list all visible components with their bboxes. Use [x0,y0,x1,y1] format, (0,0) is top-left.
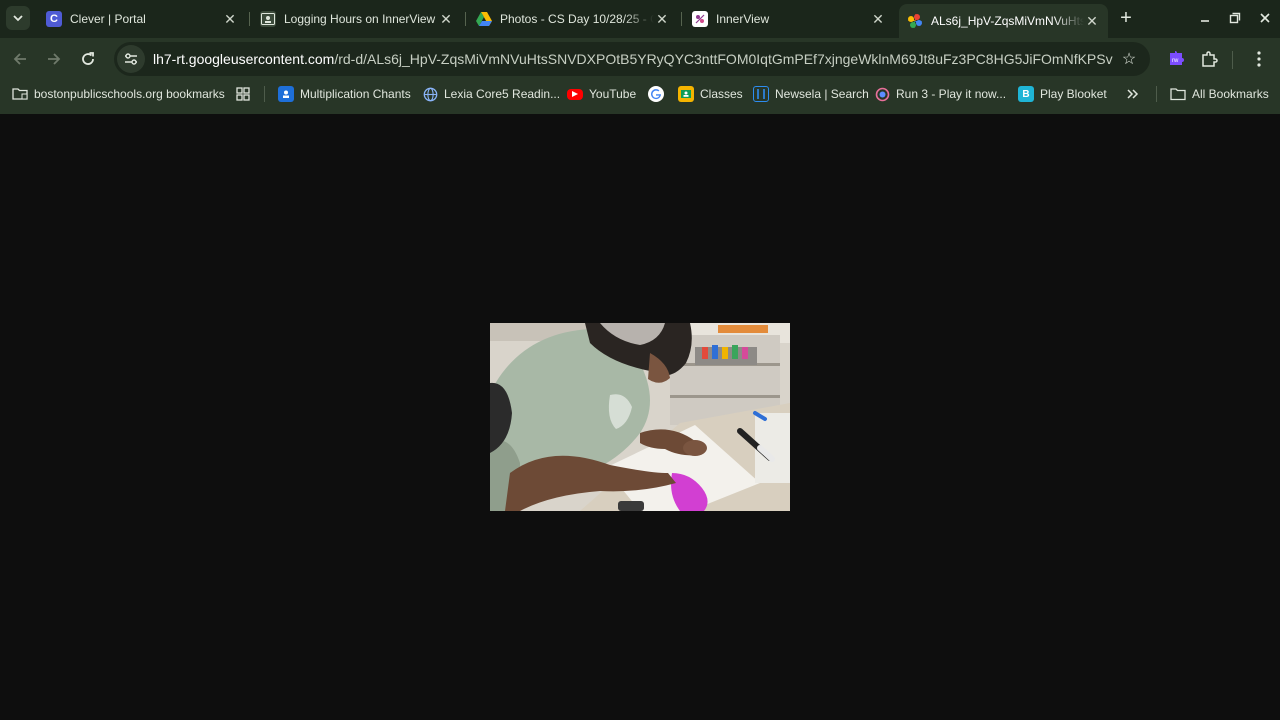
classroom-icon [278,86,294,102]
url-text[interactable]: lh7-rt.googleusercontent.com/rd-d/ALs6j_… [153,51,1113,67]
bookmark-label: Multiplication Chants [300,87,411,101]
site-info-button[interactable] [117,45,145,73]
bookmark-label: YouTube [589,87,637,101]
address-bar[interactable]: lh7-rt.googleusercontent.com/rd-d/ALs6j_… [114,42,1150,76]
tab-search-button[interactable] [6,6,30,30]
bookmark-multiplication-chants[interactable]: Multiplication Chants [278,84,411,104]
tune-icon [125,53,137,65]
tab-separator [249,12,250,26]
clever-c-icon: C [46,11,62,27]
folder-icon [1170,86,1186,102]
minimize-icon [1201,20,1209,22]
bookmarks-bar: bostonpublicschools.org bookmarks Multip… [0,80,1280,108]
classroom-icon [260,11,276,27]
newsela-icon [753,86,769,102]
tab-separator [681,12,682,26]
apps-grid-icon [235,86,251,102]
arrow-right-icon [48,53,61,65]
tab-title: Photos - CS Day 10/28/25 - G [500,12,654,26]
run3-icon [874,86,890,102]
close-icon[interactable]: ✕ [438,11,454,27]
bookmark-newsela[interactable]: Newsela | Search [753,84,869,104]
tab-strip: C Clever | Portal ✕ Logging Hours on Inn… [0,0,1280,38]
bookmark-label: All Bookmarks [1192,87,1269,101]
tab-separator [465,12,466,26]
bookmark-separator [264,86,265,102]
close-icon[interactable]: ✕ [654,11,670,27]
extension-purple-icon[interactable]: rw [1165,48,1187,70]
bookmark-run3[interactable]: Run 3 - Play it now... [874,84,1006,104]
toolbar-separator [1232,51,1233,69]
tab-title: InnerView [716,12,770,26]
tab-title: Clever | Portal [70,12,146,26]
toolbar: lh7-rt.googleusercontent.com/rd-d/ALs6j_… [0,38,1280,80]
blooket-icon: B [1018,86,1034,102]
tab-innerview[interactable]: InnerView ✕ [684,4,894,34]
tab-title: Logging Hours on InnerView [284,12,436,26]
google-g-icon [648,86,664,102]
bookmark-label: Newsela | Search [775,87,869,101]
page-content [0,114,1280,720]
innerview-icon [692,11,708,27]
bookmark-google[interactable] [648,84,670,104]
chevron-down-icon [13,15,23,22]
svg-text:rw: rw [1172,58,1179,64]
arrow-left-icon [13,53,26,65]
managed-folder-icon [12,86,28,102]
close-icon[interactable]: ✕ [1084,13,1100,29]
close-icon[interactable]: ✕ [222,11,238,27]
bookmark-label: Run 3 - Play it now... [896,87,1007,101]
reload-icon [82,52,94,65]
displayed-photo[interactable] [490,323,790,511]
bookmark-label: bostonpublicschools.org bookmarks [34,87,225,101]
bookmark-label: Lexia Core5 Readin... [444,87,561,101]
bookmark-star-icon[interactable]: ☆ [1120,50,1138,68]
menu-kebab-icon[interactable] [1248,48,1270,70]
extensions-puzzle-icon[interactable] [1198,48,1220,70]
reload-button[interactable] [77,48,99,70]
close-icon[interactable]: ✕ [870,11,886,27]
restore-icon [1229,12,1241,24]
google-classroom-icon [678,86,694,102]
tab-title: ALs6j_HpV-ZqsMiVmNVuHts [931,14,1084,28]
bookmark-youtube[interactable]: YouTube [567,84,636,104]
bookmark-classes[interactable]: Classes [678,84,743,104]
google-photos-icon [907,13,923,29]
bookmark-label: Play Blooket [1040,87,1107,101]
chevron-double-right-icon [1127,89,1139,99]
google-drive-icon [476,11,492,27]
globe-icon [422,86,438,102]
new-tab-button[interactable]: + [1116,8,1136,28]
bookmark-all-bookmarks[interactable]: All Bookmarks [1170,84,1269,104]
youtube-icon [567,88,583,100]
bookmark-label: Classes [700,87,743,101]
minimize-button[interactable] [1195,8,1215,28]
restore-button[interactable] [1225,8,1245,28]
bookmark-blooket[interactable]: B Play Blooket [1018,84,1107,104]
tab-active-image[interactable]: ALs6j_HpV-ZqsMiVmNVuHts ✕ [899,4,1108,38]
tab-clever-portal[interactable]: C Clever | Portal ✕ [38,4,246,34]
url-host: lh7-rt.googleusercontent.com [153,51,335,67]
student-drawing-photo [490,323,790,511]
bookmarks-overflow-button[interactable] [1126,84,1140,104]
close-icon [1260,13,1270,23]
back-button[interactable] [9,48,31,70]
forward-button[interactable] [43,48,65,70]
bookmark-separator [1156,86,1157,102]
bookmark-apps[interactable] [235,84,257,104]
bookmark-lexia[interactable]: Lexia Core5 Readin... [422,84,560,104]
url-path: /rd-d/ALs6j_HpV-ZqsMiVmNVuHtsSNVDXPOtB5Y… [334,51,1113,67]
tab-photos-cs-day[interactable]: Photos - CS Day 10/28/25 - G ✕ [468,4,678,34]
bookmark-managed-folder[interactable]: bostonpublicschools.org bookmarks [12,84,225,104]
tab-logging-hours[interactable]: Logging Hours on InnerView ✕ [252,4,462,34]
close-window-button[interactable] [1255,8,1275,28]
